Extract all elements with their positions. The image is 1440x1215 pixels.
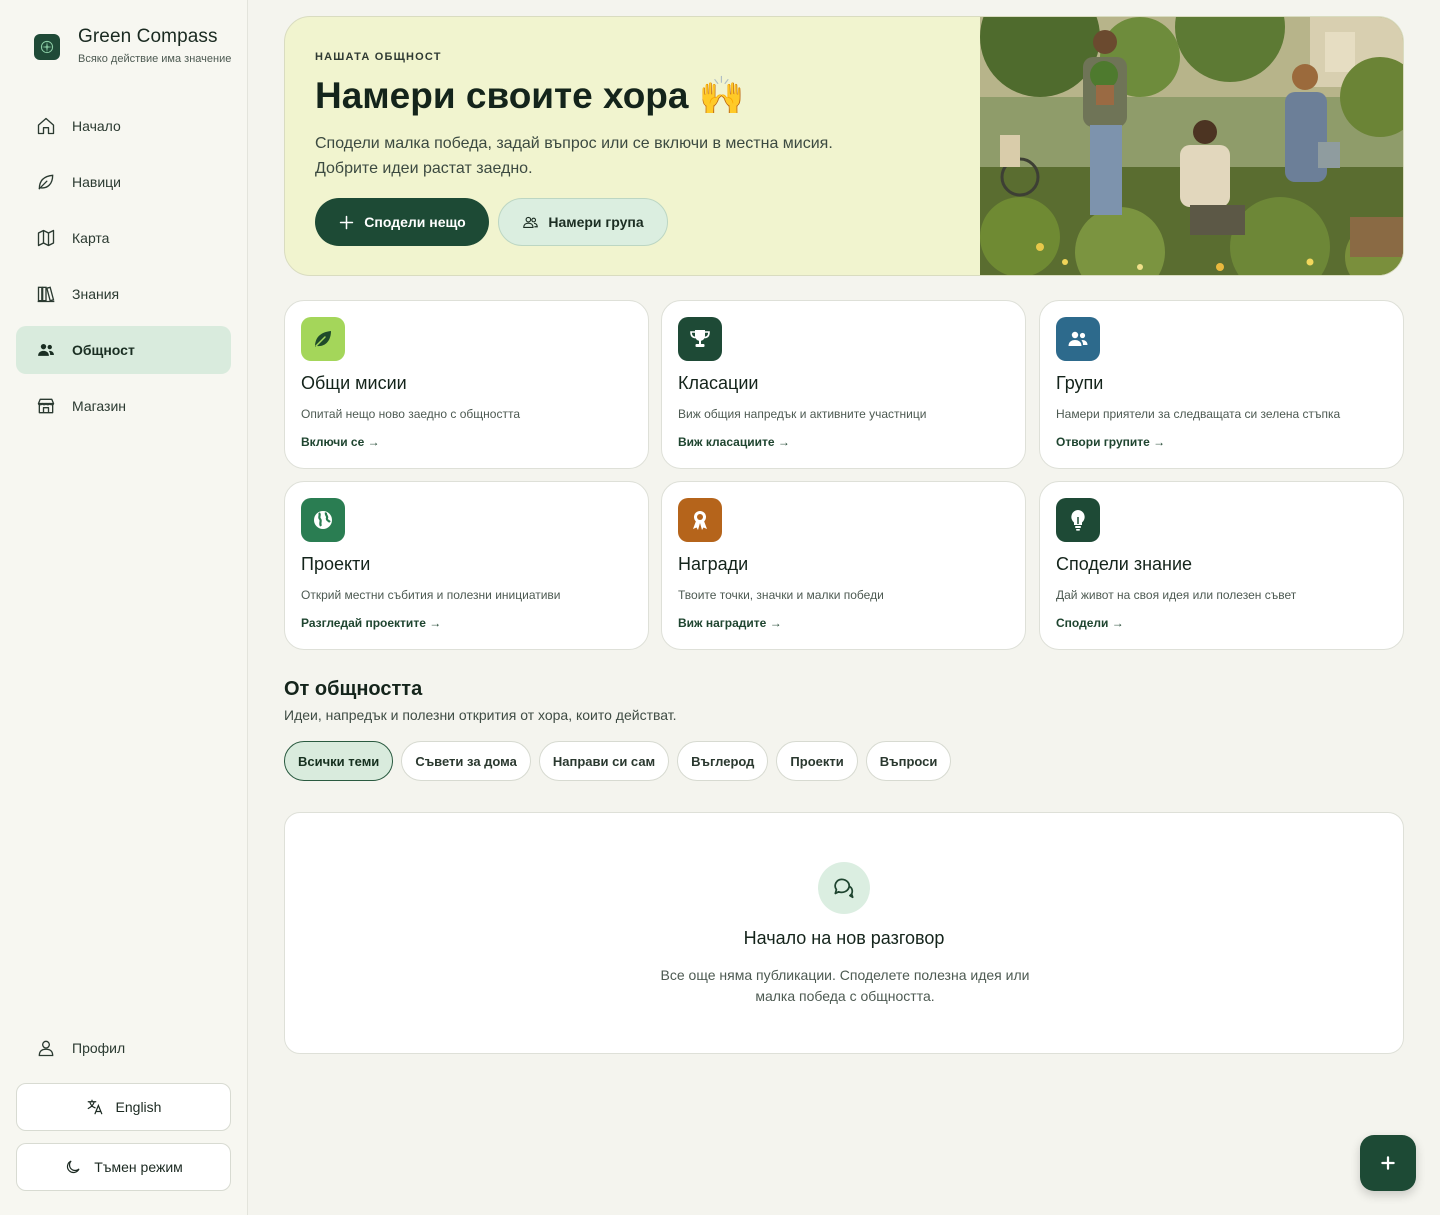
card-title: Класации (678, 373, 759, 393)
brand[interactable]: Green Compass Всяко действие има значени… (34, 26, 231, 65)
hero-title: Намери своите хора 🙌 (315, 75, 745, 116)
lightbulb-icon (1056, 498, 1100, 542)
sidebar-item-home[interactable]: Начало (16, 102, 231, 150)
trophy-icon (678, 317, 722, 361)
chip-diy[interactable]: Направи си сам (538, 741, 670, 781)
chip-projects[interactable]: Проекти (776, 741, 858, 781)
people-icon (38, 344, 54, 356)
award-icon (678, 498, 722, 542)
card-description: Опитай нещо ново заедно с общността (301, 407, 521, 421)
hero-banner: НАШАТА ОБЩНОСТ Намери своите хора 🙌 Спод… (284, 16, 1404, 276)
chat-bubbles-icon (818, 862, 870, 914)
join-link[interactable]: Включи се → (301, 435, 380, 449)
books-icon (37, 286, 55, 303)
sidebar-item-knowledge[interactable]: Знания (16, 270, 231, 318)
plus-icon (340, 215, 354, 229)
share-something-label: Сподели нещо (364, 214, 466, 230)
leaf-icon (301, 317, 345, 361)
card-title: Общи мисии (301, 373, 407, 393)
feature-card-groups[interactable]: Групи Намери приятели за следващата си з… (1039, 300, 1404, 469)
browse-projects-link[interactable]: Разгледай проектите → (301, 616, 441, 630)
home-icon (37, 117, 55, 135)
feature-card-leaderboards[interactable]: Класации Виж общия напредък и активните … (661, 300, 1026, 469)
globe-icon (301, 498, 345, 542)
sidebar-item-map[interactable]: Карта (16, 214, 231, 262)
language-label: English (115, 1099, 162, 1115)
sidebar-item-store[interactable]: Магазин (16, 382, 231, 430)
sidebar-item-label: Карта (72, 230, 110, 246)
empty-feed-state: Начало на нов разговор Все още няма публ… (284, 812, 1404, 1054)
card-description: Дай живот на своя идея или полезен съвет (1056, 588, 1297, 602)
sidebar-item-label: Начало (72, 118, 121, 134)
chip-home-tips[interactable]: Съвети за дома (401, 741, 531, 781)
topic-filter-chips: Всички теми Съвети за дома Направи си са… (284, 741, 959, 781)
card-title: Сподели знание (1056, 554, 1193, 574)
find-group-label: Намери група (548, 214, 644, 230)
chip-carbon[interactable]: Въглерод (677, 741, 769, 781)
hero-description: Сподели малка победа, задай въпрос или с… (315, 135, 833, 177)
hero-eyebrow: НАШАТА ОБЩНОСТ (315, 51, 442, 63)
share-link[interactable]: Сподели → (1056, 616, 1124, 630)
view-rewards-link[interactable]: Виж наградите → (678, 616, 782, 630)
feature-card-share-knowledge[interactable]: Сподели знание Дай живот на своя идея ил… (1039, 481, 1404, 650)
dark-mode-label: Тъмен режим (94, 1159, 183, 1175)
feature-card-rewards[interactable]: Награди Твоите точки, значки и малки поб… (661, 481, 1026, 650)
community-garden-photo (980, 17, 1403, 275)
feature-card-missions[interactable]: Общи мисии Опитай нещо ново заедно с общ… (284, 300, 649, 469)
group-icon (1056, 317, 1100, 361)
feature-card-projects[interactable]: Проекти Открий местни събития и полезни … (284, 481, 649, 650)
card-title: Награди (678, 554, 749, 574)
sidebar-item-label: Общност (72, 342, 135, 358)
card-title: Проекти (301, 554, 371, 574)
leaf-icon (38, 174, 54, 190)
sidebar-item-label: Знания (72, 286, 120, 302)
dark-mode-button[interactable]: Тъмен режим (16, 1143, 231, 1191)
section-title: От общността (284, 678, 423, 700)
chip-all-topics[interactable]: Всички теми (284, 741, 394, 781)
find-group-button[interactable]: Намери група (498, 198, 668, 246)
empty-state-description: Все още няма публикации. Споделете полез… (660, 967, 1030, 1004)
card-description: Твоите точки, значки и малки победи (678, 588, 884, 602)
sidebar-item-profile[interactable]: Профил (16, 1024, 231, 1072)
sidebar-item-label: Навици (72, 174, 121, 190)
plus-icon (1381, 1156, 1395, 1170)
translate-icon (87, 1099, 102, 1115)
map-icon (37, 229, 55, 247)
brand-title: Green Compass (78, 26, 218, 47)
sidebar-item-label: Профил (72, 1040, 126, 1056)
sidebar-nav: Начало Навици Карта Знания Общност Магаз… (16, 102, 231, 438)
card-description: Виж общия напредък и активните участници (678, 407, 927, 421)
sidebar-item-habits[interactable]: Навици (16, 158, 231, 206)
card-description: Намери приятели за следващата си зелена … (1056, 407, 1341, 421)
sidebar-item-community[interactable]: Общност (16, 326, 231, 374)
sidebar-item-label: Магазин (72, 398, 127, 414)
section-subtitle: Идеи, напредък и полезни открития от хор… (284, 707, 677, 723)
card-title: Групи (1056, 373, 1104, 393)
language-button[interactable]: English (16, 1083, 231, 1131)
moon-icon (67, 1160, 80, 1174)
sidebar: Green Compass Всяко действие има значени… (0, 0, 248, 1215)
empty-state-title: Начало на нов разговор (743, 928, 945, 948)
chip-questions[interactable]: Въпроси (865, 741, 952, 781)
user-icon (38, 1040, 54, 1057)
brand-subtitle: Всяко действие има значение (78, 53, 232, 65)
share-something-button[interactable]: Сподели нещо (315, 198, 489, 246)
create-post-fab[interactable] (1360, 1135, 1416, 1191)
view-leaderboards-link[interactable]: Виж класациите → (678, 435, 790, 449)
people-icon (523, 216, 539, 228)
store-icon (37, 398, 55, 414)
open-groups-link[interactable]: Отвори групите → (1056, 435, 1165, 449)
compass-logo-icon (34, 34, 60, 60)
card-description: Открий местни събития и полезни инициати… (301, 588, 561, 602)
